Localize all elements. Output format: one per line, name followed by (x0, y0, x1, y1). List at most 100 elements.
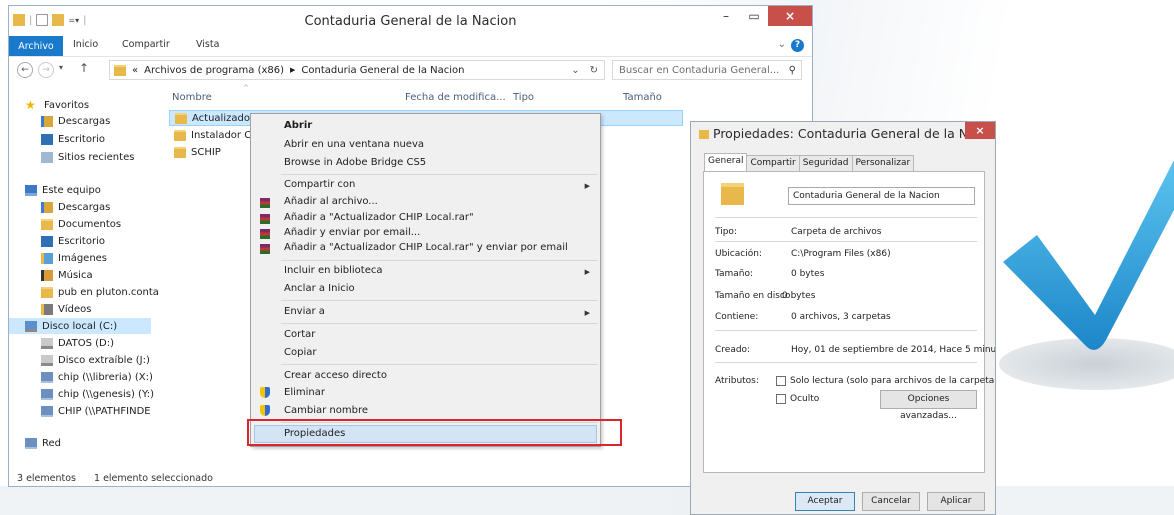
documents-folder-icon (41, 218, 53, 230)
videos-folder-icon (41, 303, 53, 315)
nav-item[interactable]: Descargas (41, 199, 110, 215)
nav-label: Este equipo (42, 184, 101, 196)
menu-item-bridge[interactable]: Browse in Adobe Bridge CS5 (284, 157, 426, 168)
tab-inicio[interactable]: Inicio (73, 39, 98, 50)
hidden-checkbox[interactable] (776, 394, 786, 404)
nav-item[interactable]: chip (\\genesis) (Y:) (41, 386, 154, 402)
nav-item[interactable]: pub en pluton.conta (41, 284, 159, 300)
menu-item-acceso-directo[interactable]: Crear acceso directo (284, 370, 387, 381)
column-header-name[interactable]: Nombre (172, 92, 212, 103)
recent-locations-icon[interactable]: ▾ (59, 63, 63, 72)
nav-item[interactable]: Documentos (41, 216, 121, 232)
column-header-size[interactable]: Tamaño (623, 92, 662, 103)
nav-label: Música (58, 269, 93, 281)
tab-seguridad[interactable]: Seguridad (798, 155, 853, 171)
nav-este-equipo[interactable]: Este equipo (25, 182, 101, 198)
address-tail: ⌄ ↻ (571, 65, 604, 76)
menu-item-anadir-rar[interactable]: Añadir a "Actualizador CHIP Local.rar" (284, 212, 474, 223)
nav-red[interactable]: Red (25, 435, 61, 451)
nav-item[interactable]: Sitios recientes (41, 149, 134, 165)
readonly-checkbox[interactable] (776, 376, 786, 386)
nav-item[interactable]: Disco extraíble (J:) (41, 352, 150, 368)
folder-name-input[interactable]: Contaduria General de la Nacion (788, 187, 975, 205)
help-icon[interactable]: ? (791, 39, 804, 52)
properties-dialog: Propiedades: Contaduria General de la Na… (690, 121, 996, 515)
breadcrumb-contaduria[interactable]: Contaduria General de la Nacion (301, 65, 464, 76)
address-row: ← → ▾ ↑ « Archivos de programa (x86) ▶ C… (9, 59, 812, 83)
expand-ribbon-icon[interactable]: ⌄ (778, 39, 786, 50)
search-input[interactable]: Buscar en Contaduria General... ⚲ (612, 60, 802, 80)
ok-button[interactable]: Aceptar (795, 492, 855, 511)
nav-item[interactable]: DATOS (D:) (41, 335, 114, 351)
search-icon[interactable]: ⚲ (789, 65, 801, 76)
cancel-button[interactable]: Cancelar (862, 492, 920, 511)
menu-item-compartir-con[interactable]: Compartir con (284, 179, 355, 190)
nav-item[interactable]: CHIP (\\PATHFINDE (41, 403, 151, 419)
refresh-icon[interactable]: ↻ (590, 65, 598, 76)
maximize-button[interactable]: ▭ (740, 6, 768, 26)
file-row[interactable]: SCHIP (174, 144, 221, 160)
menu-item-biblioteca[interactable]: Incluir en biblioteca (284, 265, 383, 276)
close-button[interactable]: × (768, 6, 812, 26)
breadcrumb-program-files[interactable]: Archivos de programa (x86) (144, 65, 284, 76)
created-value: Hoy, 01 de septiembre de 2014, Hace 5 mi… (791, 345, 996, 355)
menu-separator (281, 300, 598, 301)
file-name: SCHIP (191, 146, 221, 158)
up-button[interactable]: ↑ (79, 61, 89, 75)
tab-archivo[interactable]: Archivo (9, 36, 63, 56)
back-button[interactable]: ← (17, 62, 33, 78)
menu-separator (281, 174, 598, 175)
pictures-folder-icon (41, 252, 53, 264)
nav-item[interactable]: Imágenes (41, 250, 107, 266)
apply-button[interactable]: Aplicar (927, 492, 985, 511)
menu-item-enviar-a[interactable]: Enviar a (284, 306, 325, 317)
menu-item-anclar[interactable]: Anclar a Inicio (284, 283, 355, 294)
nav-item[interactable]: Música (41, 267, 93, 283)
menu-item-anadir-rar-email[interactable]: Añadir a "Actualizador CHIP Local.rar" y… (284, 242, 568, 253)
tab-general[interactable]: General (704, 153, 748, 171)
column-header-date[interactable]: Fecha de modifica... (405, 92, 506, 103)
nav-label: Escritorio (58, 235, 105, 247)
nav-label: Disco extraíble (J:) (58, 354, 150, 366)
readonly-label: Solo lectura (solo para archivos de la c… (790, 376, 996, 386)
network-icon (25, 437, 37, 449)
tab-compartir[interactable]: Compartir (746, 155, 800, 171)
address-bar[interactable]: « Archivos de programa (x86) ▶ Contaduri… (109, 60, 605, 80)
nav-item[interactable]: Descargas (41, 113, 110, 129)
nav-item[interactable]: Vídeos (41, 301, 91, 317)
downloads-folder-icon (41, 115, 53, 127)
window-title: Contaduria General de la Nacion (304, 14, 517, 29)
tab-vista[interactable]: Vista (196, 39, 219, 50)
column-header-type[interactable]: Tipo (513, 92, 534, 103)
menu-item-cortar[interactable]: Cortar (284, 329, 315, 340)
chevron-right-icon[interactable]: ▶ (290, 66, 295, 74)
menu-item-eliminar[interactable]: Eliminar (284, 387, 325, 398)
menu-item-anadir-email[interactable]: Añadir y enviar por email... (284, 227, 420, 238)
dialog-close-button[interactable]: × (965, 122, 995, 139)
menu-item-cambiar-nombre[interactable]: Cambiar nombre (284, 405, 368, 416)
menu-item-abrir[interactable]: Abrir (284, 120, 312, 131)
nav-item[interactable]: Escritorio (41, 131, 105, 147)
menu-separator (281, 323, 598, 324)
chevron-down-icon[interactable]: ⌄ (571, 65, 579, 76)
menu-item-anadir-archivo[interactable]: Añadir al archivo... (284, 196, 378, 207)
nav-item[interactable]: chip (\\libreria) (X:) (41, 369, 153, 385)
forward-button[interactable]: → (38, 62, 54, 78)
winrar-icon (260, 229, 270, 239)
sort-arrow-icon: ^ (243, 84, 249, 92)
tab-personalizar[interactable]: Personalizar (851, 155, 915, 171)
minimize-button[interactable]: – (712, 6, 740, 26)
desktop-icon (41, 235, 53, 247)
removable-drive-icon (41, 354, 53, 366)
nav-favoritos[interactable]: ★ Favoritos (25, 97, 89, 113)
tab-compartir[interactable]: Compartir (122, 39, 170, 50)
nav-item[interactable]: Escritorio (41, 233, 105, 249)
advanced-options-button[interactable]: Opciones avanzadas... (880, 390, 977, 421)
status-count: 3 elementos (17, 473, 76, 484)
nav-item-disco-local[interactable]: Disco local (C:) (9, 318, 151, 334)
menu-item-copiar[interactable]: Copiar (284, 347, 316, 358)
menu-item-abrir-nueva[interactable]: Abrir en una ventana nueva (284, 139, 424, 150)
dialog-title: Propiedades: Contaduria General de la Na… (713, 126, 996, 141)
nav-label: chip (\\genesis) (Y:) (58, 388, 155, 400)
file-row[interactable]: Instalador CH (174, 127, 259, 143)
